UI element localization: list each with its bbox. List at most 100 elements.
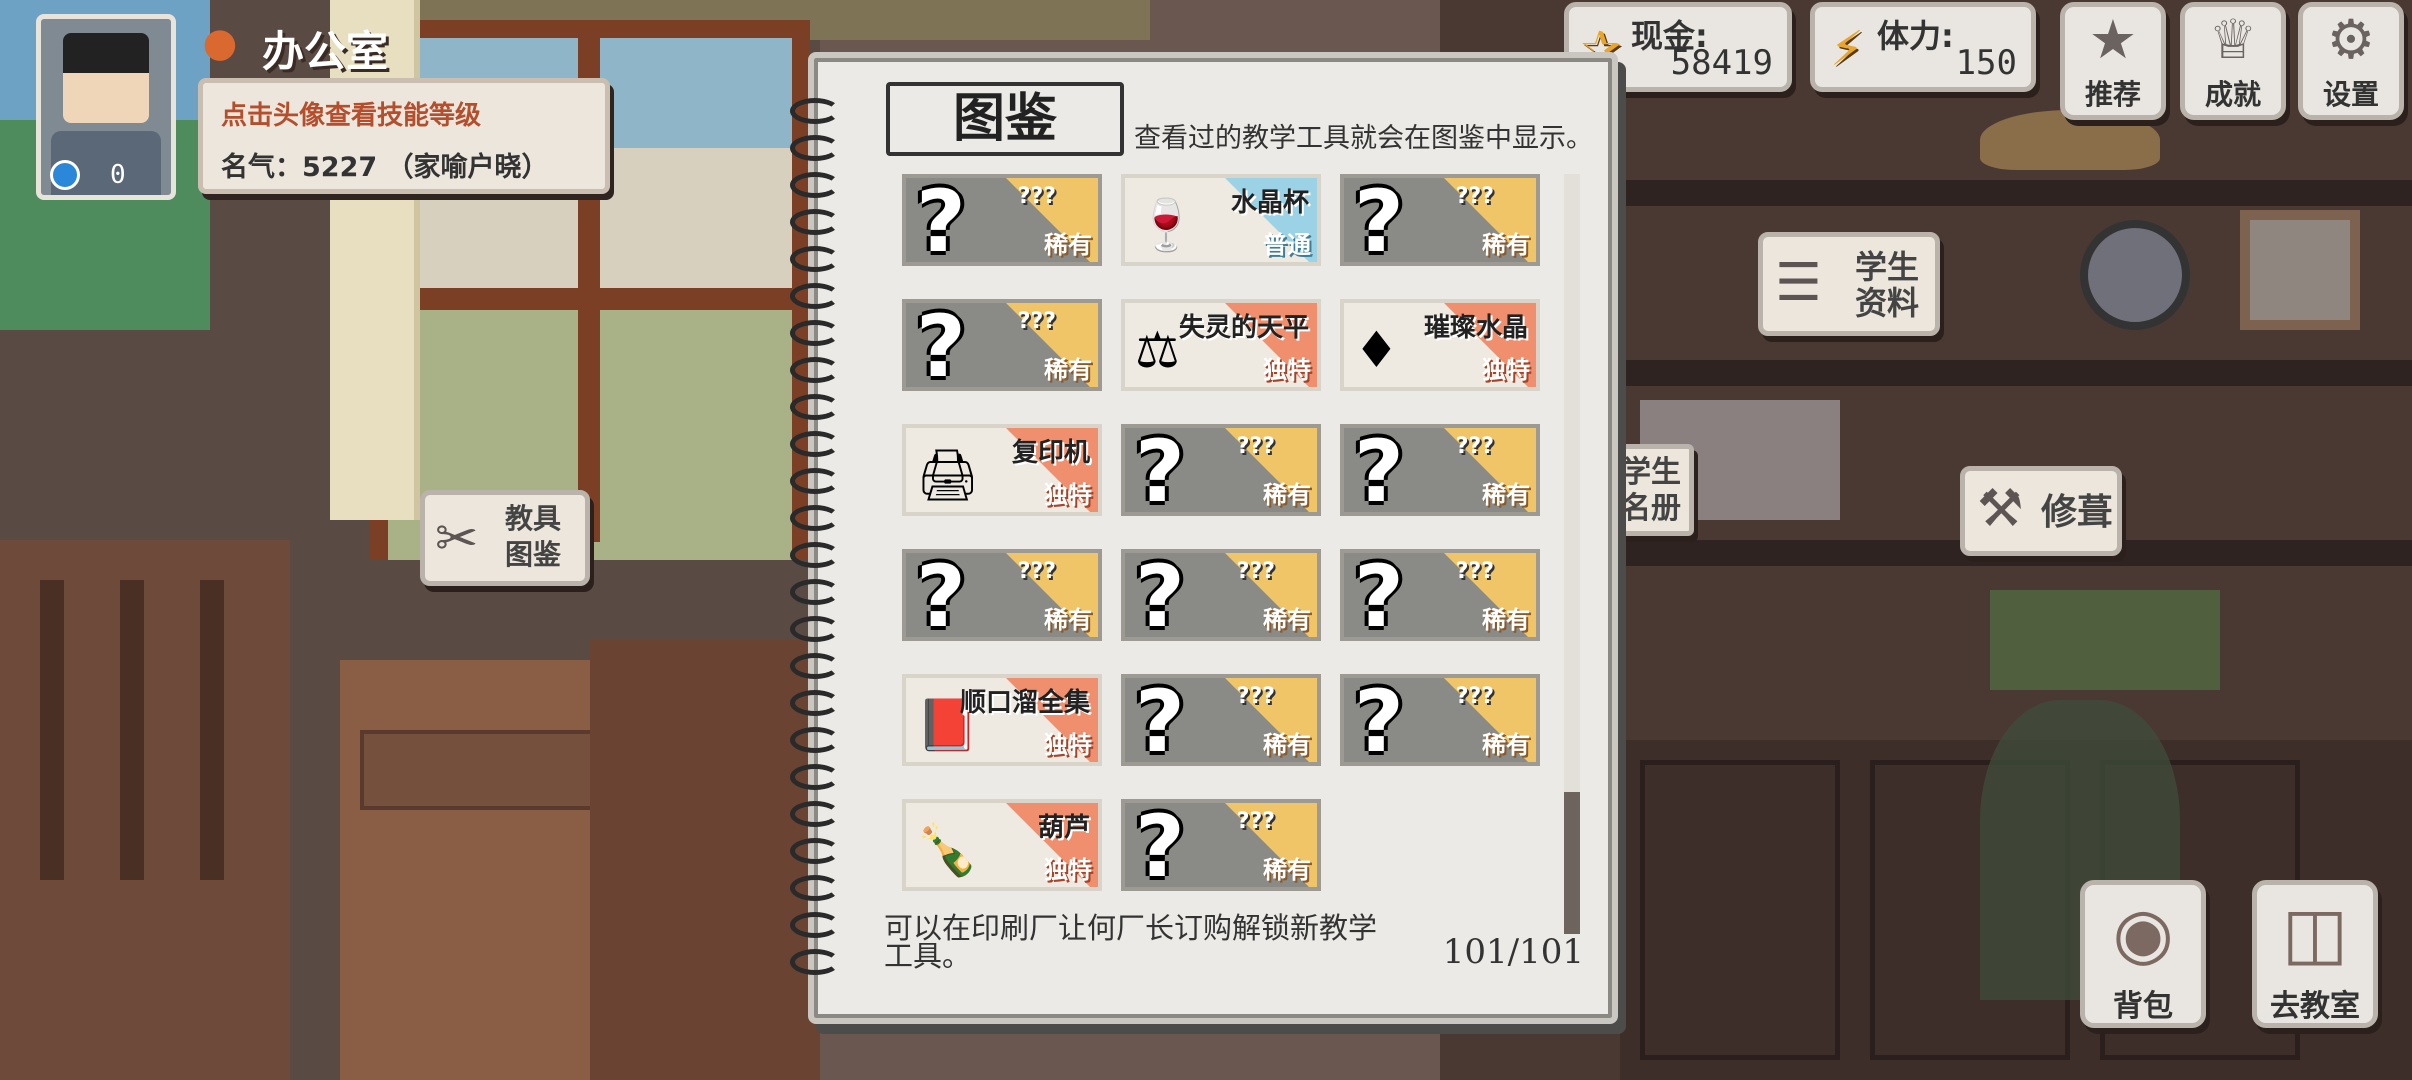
question-mark-icon: ?	[1354, 174, 1404, 266]
binding-ring	[790, 838, 840, 864]
stamina-value: 150	[1955, 43, 2017, 83]
question-mark-icon: ?	[1354, 549, 1404, 641]
tool-card[interactable]: ???? 稀有	[902, 299, 1102, 391]
tool-card[interactable]: ???? 稀有	[902, 549, 1102, 641]
tool-name: ???	[1236, 434, 1275, 459]
tool-card[interactable]: 🍷 水晶杯普通	[1121, 174, 1321, 266]
tool-name: ???	[1455, 184, 1494, 209]
star-icon: ★	[2088, 8, 2138, 71]
tool-card[interactable]: ???? 稀有	[1340, 549, 1540, 641]
location-pin-icon: ●	[202, 20, 238, 66]
binding-ring	[790, 875, 840, 901]
tool-card[interactable]: ???? 稀有	[1340, 424, 1540, 516]
question-mark-icon: ?	[1135, 674, 1185, 766]
tool-name: 葫芦	[1037, 813, 1090, 843]
scrollbar-thumb[interactable]	[1564, 792, 1580, 934]
question-mark-icon: ?	[916, 299, 966, 391]
tool-rarity: 稀有	[1263, 481, 1311, 509]
binding-ring	[790, 394, 840, 420]
question-mark-icon: ?	[916, 549, 966, 641]
tool-card[interactable]: ⚖ 失灵的天平独特	[1121, 299, 1321, 391]
info-card[interactable]: 点击头像查看技能等级 名气：5227 （家喻户晓）	[198, 78, 610, 194]
tool-rarity: 稀有	[1482, 606, 1530, 634]
binding-ring	[790, 98, 840, 124]
question-mark-icon: ?	[1354, 674, 1404, 766]
spiral-binding	[790, 98, 840, 978]
encyclopedia-notebook: 图鉴 查看过的教学工具就会在图鉴中显示。 ???? 稀有 🍷 水晶杯 普通???? 稀有?…	[790, 52, 1618, 1024]
desk-chair	[590, 640, 820, 1080]
question-mark-icon: ?	[916, 174, 966, 266]
trophy-icon: ♕	[2208, 8, 2258, 71]
tool-name: ???	[1236, 559, 1275, 584]
achievements-button[interactable]: ♕ 成就	[2180, 2, 2286, 120]
binding-ring	[790, 135, 840, 161]
tool-name: ???	[1455, 684, 1494, 709]
tool-card[interactable]: ???? 稀有	[1121, 674, 1321, 766]
book-stack	[1990, 590, 2220, 690]
tool-card[interactable]: ???? 稀有	[1121, 549, 1321, 641]
scale-icon: ⚖	[1135, 321, 1180, 379]
tool-name: ???	[1017, 559, 1056, 584]
tool-card[interactable]: ???? 稀有	[1121, 799, 1321, 891]
tool-card-grid: ???? 稀有 🍷 水晶杯 普通???? 稀有???? 稀有 ⚖ 失灵的天平 独特 ♦ 璀璨水晶 独特 🖨…	[902, 174, 1542, 934]
tool-card[interactable]: 📕 顺口溜全集 独特	[902, 674, 1102, 766]
window-transom	[388, 288, 792, 310]
tool-rarity: 独特	[1482, 356, 1530, 384]
bag-label: 背包	[2113, 989, 2173, 1024]
binding-ring	[790, 912, 840, 938]
bag-button[interactable]: ◉ 背包	[2080, 880, 2206, 1028]
binding-ring	[790, 283, 840, 309]
student-roster-label: 学生 名册	[1621, 455, 1681, 526]
tool-name: ???	[1455, 559, 1494, 584]
tools-encyclopedia-bubble[interactable]: ✂ 教具 图鉴	[420, 490, 590, 586]
tool-name: ???	[1236, 809, 1275, 834]
lightbulb-icon	[50, 160, 80, 190]
question-mark-icon: ?	[1354, 424, 1404, 516]
question-mark-icon: ?	[1135, 549, 1185, 641]
document-icon: ☰	[1775, 253, 1822, 313]
binding-ring	[790, 172, 840, 198]
tool-rarity: 稀有	[1044, 606, 1092, 634]
tool-rarity: 独特	[1263, 356, 1311, 384]
shelf-board	[1580, 360, 2412, 386]
tool-name: 复印机	[1011, 438, 1090, 468]
repair-label: 修葺	[2041, 492, 2114, 533]
collection-count: 101/101	[1442, 932, 1584, 972]
notebook-description: 查看过的教学工具就会在图鉴中显示。	[1134, 123, 1593, 154]
binding-ring	[790, 505, 840, 531]
tool-card[interactable]: 🍾 葫芦 独特	[902, 799, 1102, 891]
settings-button[interactable]: ⚙ 设置	[2298, 2, 2404, 120]
go-classroom-label: 去教室	[2270, 989, 2360, 1024]
binding-ring	[790, 801, 840, 827]
binding-ring	[790, 727, 840, 753]
crystal-icon: ♦	[1354, 321, 1399, 379]
tool-card[interactable]: 🖨 复印机 独特	[902, 424, 1102, 516]
tool-name: 水晶杯	[1230, 188, 1309, 218]
recommend-button[interactable]: ★ 推荐	[2060, 2, 2166, 120]
goblet-icon: 🍷	[1135, 196, 1198, 254]
chair-slat	[120, 580, 144, 880]
scrollbar[interactable]	[1564, 174, 1580, 934]
tool-card[interactable]: ???? 稀有	[902, 174, 1102, 266]
tool-rarity: 普通	[1263, 231, 1311, 259]
recommend-label: 推荐	[2084, 78, 2141, 111]
achievements-label: 成就	[2204, 78, 2261, 111]
tool-name: 顺口溜全集	[959, 688, 1090, 718]
tool-card[interactable]: ???? 稀有	[1340, 174, 1540, 266]
student-info-bubble[interactable]: ☰ 学生 资料	[1758, 232, 1940, 336]
binding-ring	[790, 209, 840, 235]
repair-bubble[interactable]: ⚒ 修葺	[1960, 466, 2122, 556]
binding-ring	[790, 764, 840, 790]
tool-card[interactable]: ???? 稀有	[1121, 424, 1321, 516]
go-classroom-button[interactable]: ◫ 去教室	[2252, 880, 2378, 1028]
student-info-label: 学生 资料	[1855, 248, 1920, 322]
tool-card[interactable]: ♦ 璀璨水晶 独特	[1340, 299, 1540, 391]
tool-name: 失灵的天平	[1178, 313, 1309, 343]
cabinet-door	[1640, 760, 1840, 1060]
picture-frame	[2240, 210, 2360, 330]
tool-card[interactable]: ???? 稀有	[1340, 674, 1540, 766]
tool-rarity: 独特	[1044, 856, 1092, 884]
binding-ring	[790, 616, 840, 642]
hammer-icon: ⚒	[1977, 479, 2024, 539]
tool-rarity: 稀有	[1482, 481, 1530, 509]
